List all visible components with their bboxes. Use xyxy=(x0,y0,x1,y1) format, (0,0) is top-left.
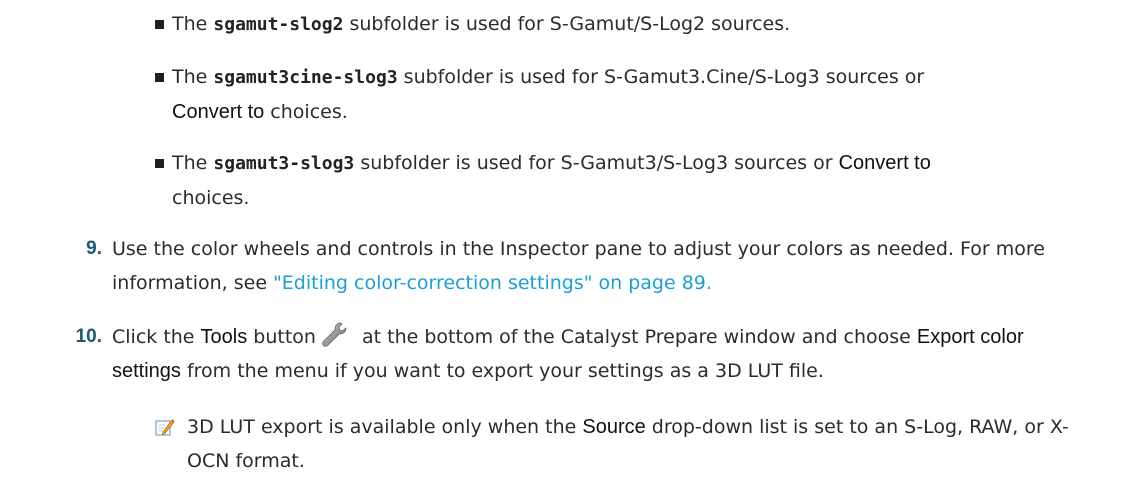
cross-reference-link[interactable]: "Editing color-correction settings" on p… xyxy=(273,272,712,294)
list-item: The sgamut3cine-slog3 subfolder is used … xyxy=(172,60,1092,129)
bullet-marker xyxy=(155,73,164,82)
bullet-text: subfolder is used for S-Gamut/S-Log2 sou… xyxy=(343,13,791,35)
ui-term: Convert to xyxy=(838,152,931,174)
list-item: The sgamut-slog2 subfolder is used for S… xyxy=(172,7,1092,42)
ui-term: Convert to xyxy=(172,101,265,123)
step-body: Use the color wheels and controls in the… xyxy=(112,232,1127,300)
bullet-marker xyxy=(155,159,164,168)
bullet-text: The xyxy=(172,13,214,35)
note-text: 3D LUT export is available only when the… xyxy=(187,410,1117,478)
note-text-part: 3D LUT export is available only when the xyxy=(187,416,583,438)
step-text: Click the xyxy=(112,326,201,348)
step-body: Click the Tools button at the bottom of … xyxy=(112,320,1127,388)
step-number: 9. xyxy=(86,238,102,259)
step-number: 10. xyxy=(75,326,102,347)
code-folder-name: sgamut3cine-slog3 xyxy=(213,67,398,88)
wrench-icon xyxy=(320,321,350,347)
note-pencil-icon xyxy=(155,414,175,436)
bullet-marker xyxy=(155,20,164,29)
step-text: Use the color wheels and controls in the… xyxy=(112,238,1045,260)
step-text: from the menu if you want to export your… xyxy=(180,360,824,382)
code-folder-name: sgamut-slog2 xyxy=(213,14,344,35)
code-folder-name: sgamut3-slog3 xyxy=(213,153,355,174)
bullet-text: The xyxy=(172,66,214,88)
ui-term: Tools xyxy=(200,326,248,348)
note-text-part: drop-down list is set to an S-Log, RAW, … xyxy=(645,416,1069,438)
ui-term: settings xyxy=(112,360,181,382)
step-text: at the bottom of the Catalyst Prepare wi… xyxy=(355,326,917,348)
bullet-text: The xyxy=(172,152,214,174)
bullet-text: subfolder is used for S-Gamut3.Cine/S-Lo… xyxy=(397,66,925,88)
note-text-part: OCN format. xyxy=(187,450,305,472)
step-text: button xyxy=(247,326,316,348)
bullet-text: subfolder is used for S-Gamut3/S-Log3 so… xyxy=(354,152,839,174)
ui-term: Export color xyxy=(916,326,1024,348)
list-item: The sgamut3-slog3 subfolder is used for … xyxy=(172,146,1092,215)
step-text: information, see xyxy=(112,272,274,294)
bullet-text: choices. xyxy=(264,101,348,123)
bullet-text: choices. xyxy=(172,187,250,209)
ui-term: Source xyxy=(582,416,646,438)
